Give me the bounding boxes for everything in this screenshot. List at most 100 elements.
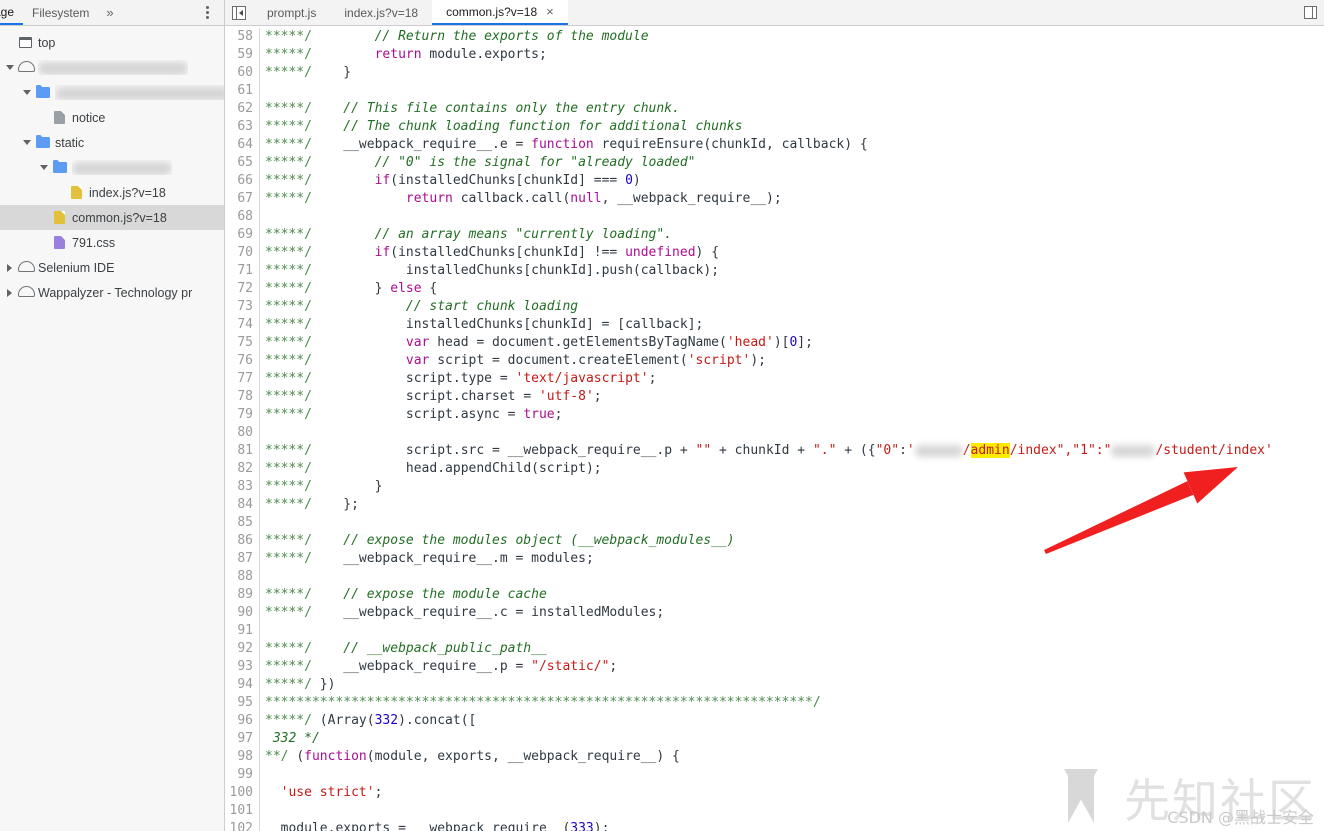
code-text: *****/ // expose the module cache [265,587,547,602]
tree-item-selenium[interactable]: Selenium IDE [0,255,224,280]
editor-tab-common-js[interactable]: common.js?v=18 × [432,0,568,25]
line-number: 92 [237,641,253,656]
line-number: 85 [237,515,253,530]
line-number: 66 [237,173,253,188]
editor-tab-prompt-js[interactable]: prompt.js [253,0,330,25]
gutter-divider [259,82,265,100]
code-line: 101 [225,802,1324,820]
code-line: 69 *****/ // an array means "currently lo… [225,226,1324,244]
gutter-divider [259,424,265,442]
code-text: 'use strict'; [280,785,383,800]
code-line: 92 *****/ // __webpack_public_path__ [225,640,1324,658]
code-line: 74 *****/ installedChunks[chunkId] = [cal… [225,316,1324,334]
line-number: 68 [237,209,253,224]
kebab-menu-icon[interactable] [196,0,218,25]
code-text: *****/ // start chunk loading [265,299,579,314]
code-line: 93 *****/ __webpack_require__.p = "/stati… [225,658,1324,676]
code-text: *****/ __webpack_require__.m = modules; [265,551,594,566]
code-text: *****/ installedChunks[chunkId].push(cal… [265,263,720,278]
line-number: 93 [237,659,253,674]
top-tab-bar: age Filesystem » prompt.js index.js?v=18… [0,0,1324,26]
code-text: *****/ if(installedChunks[chunkId] === 0… [265,173,641,188]
code-text: *****/ __webpack_require__.e = function … [265,137,868,152]
close-icon[interactable]: × [546,5,554,18]
tree-item-commonjs[interactable]: common.js?v=18 [0,205,224,230]
editor-tab-index-js-label: index.js?v=18 [344,5,419,20]
chevron-down-icon[interactable] [3,65,16,70]
gutter-divider [259,568,265,586]
tree-item-origin[interactable] [0,55,224,80]
chevron-down-icon[interactable] [20,90,33,95]
redacted-text [55,86,224,100]
editor-tab-index-js[interactable]: index.js?v=18 [330,0,432,25]
code-text: *****/ // __webpack_public_path__ [265,641,547,656]
code-line: 81 *****/ script.src = __webpack_require_… [225,442,1324,460]
code-text: *****/ // expose the modules object (__w… [265,533,735,548]
line-number: 69 [237,227,253,242]
code-line: 68 [225,208,1324,226]
code-line: 95 **************************************… [225,694,1324,712]
code-text: *****/ (Array(332).concat([ [265,713,477,728]
code-text: *****/ script.src = __webpack_require__.… [265,443,1273,458]
gray-icon [50,111,69,124]
chevron-double-right-icon[interactable]: » [98,0,121,25]
highlighted-admin-text: admin [970,443,1010,458]
code-line: 60 *****/ } [225,64,1324,82]
code-text: *****/ __webpack_require__.c = installed… [265,605,665,620]
panel-body: top notice static index.js?v=18 common.js?v=… [0,26,1324,831]
line-number: 84 [237,497,253,512]
chevron-down-icon[interactable] [37,165,50,170]
code-line: 91 [225,622,1324,640]
frame-icon-icon [16,37,35,48]
tree-item-folder2[interactable] [0,155,224,180]
tree-item-791css[interactable]: 791.css [0,230,224,255]
code-line: 80 [225,424,1324,442]
tree-item-static[interactable]: static [0,130,224,155]
code-line: 102 module.exports = __webpack_require__… [225,820,1324,831]
nav-tab-page-label: age [0,4,15,19]
code-line: 85 [225,514,1324,532]
line-number: 78 [237,389,253,404]
code-editor[interactable]: 58 *****/ // Return the exports of the mo… [225,26,1324,831]
code-text: *****/ var head = document.getElementsBy… [265,335,813,350]
line-number: 83 [237,479,253,494]
tree-item-folder1[interactable] [0,80,224,105]
line-number: 98 [237,749,253,764]
nav-tab-filesystem[interactable]: Filesystem [23,0,98,25]
code-line: 59 *****/ return module.exports; [225,46,1324,64]
code-text: 332 */ [265,731,320,746]
code-text: *****/ script.type = 'text/javascript'; [265,371,657,386]
redacted-text [72,161,172,175]
cloud-icon-icon [16,286,35,297]
chevron-right-icon[interactable] [3,263,16,272]
tree-item-label: index.js?v=18 [89,185,166,200]
code-line: 70 *****/ if(installedChunks[chunkId] !==… [225,244,1324,262]
line-number: 73 [237,299,253,314]
nav-tab-page[interactable]: age [0,0,24,25]
tree-item-top[interactable]: top [0,30,224,55]
file-navigator-tree[interactable]: top notice static index.js?v=18 common.js?v=… [0,26,225,831]
collapse-navigator-icon[interactable] [225,0,253,25]
tree-item-wappalyzer[interactable]: Wappalyzer - Technology pr [0,280,224,305]
tree-item-indexjs[interactable]: index.js?v=18 [0,180,224,205]
chevron-down-icon[interactable] [20,140,33,145]
code-line: 90 *****/ __webpack_require__.c = install… [225,604,1324,622]
line-number: 97 [237,731,253,746]
code-line: 71 *****/ installedChunks[chunkId].push(c… [225,262,1324,280]
show-drawer-icon[interactable] [1298,0,1322,25]
gutter-divider [259,766,265,784]
line-number: 101 [229,803,253,818]
code-text: *****/ return module.exports; [265,47,547,62]
line-number: 58 [237,29,253,44]
code-line: 77 *****/ script.type = 'text/javascript'… [225,370,1324,388]
code-line: 64 *****/ __webpack_require__.e = functio… [225,136,1324,154]
code-line: 58 *****/ // Return the exports of the mo… [225,28,1324,46]
code-text: *****/ var script = document.createEleme… [265,353,766,368]
line-number: 102 [229,821,253,831]
code-text: *****/ // This file contains only the en… [265,101,680,116]
chevron-right-icon[interactable] [3,288,16,297]
tree-item-notice[interactable]: notice [0,105,224,130]
line-number: 74 [237,317,253,332]
tree-item-label: Wappalyzer - Technology pr [38,285,193,300]
code-line: 87 *****/ __webpack_require__.m = modules… [225,550,1324,568]
